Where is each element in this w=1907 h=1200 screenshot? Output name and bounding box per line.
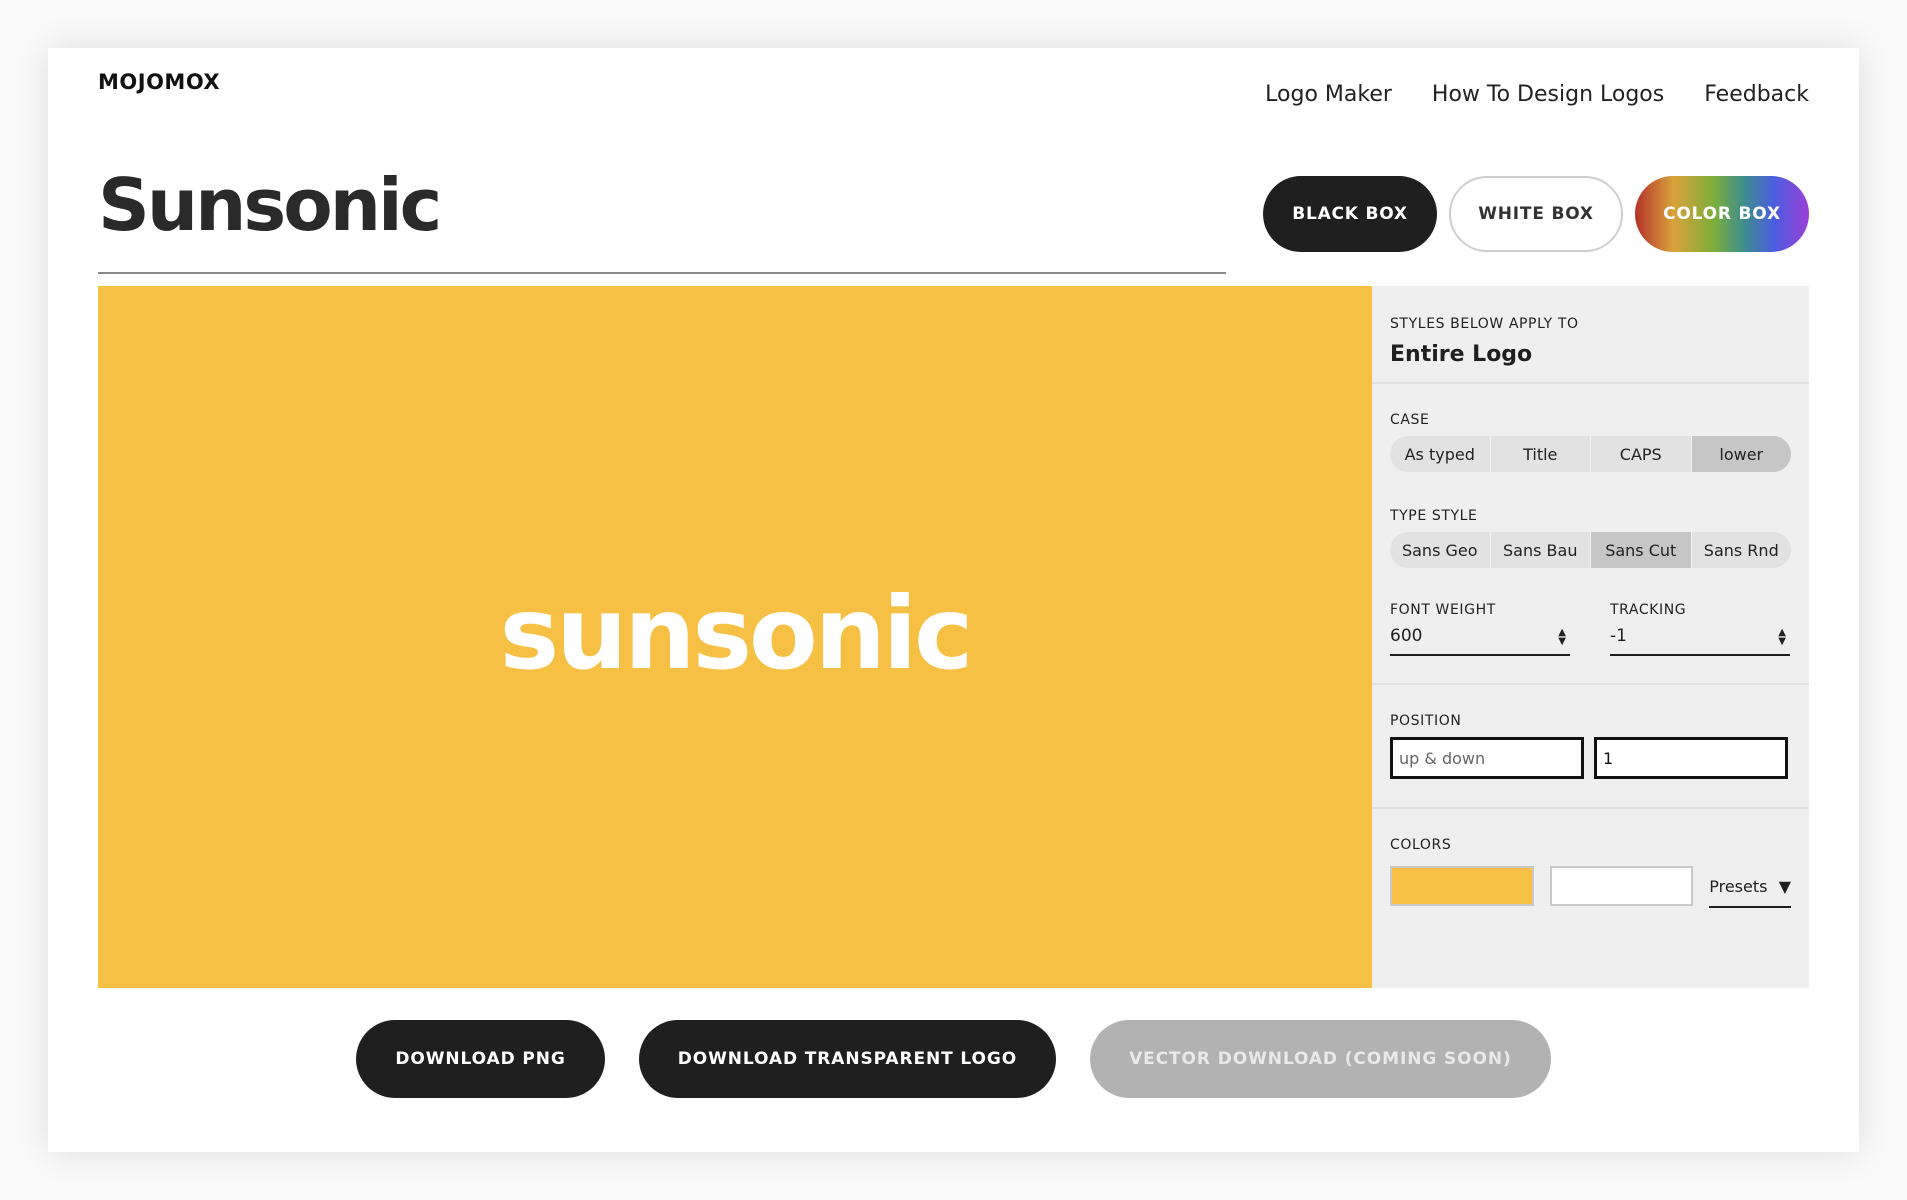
case-option-caps[interactable]: CAPS (1591, 436, 1692, 472)
stepper-arrows-icon: ▲ ▼ (1778, 627, 1786, 647)
presets-dropdown[interactable]: Presets ▼ (1709, 877, 1791, 908)
vector-download-button: VECTOR DOWNLOAD (COMING SOON) (1090, 1020, 1551, 1098)
case-option-as-typed[interactable]: As typed (1390, 436, 1491, 472)
position-inputs: up & down 1 (1390, 737, 1791, 779)
colors-label: COLORS (1390, 837, 1452, 853)
black-box-button[interactable]: BLACK BOX (1263, 176, 1437, 252)
tracking-select[interactable]: -1 ▲ ▼ (1610, 626, 1790, 656)
position-direction-input[interactable]: up & down (1390, 737, 1584, 779)
position-value-input[interactable]: 1 (1594, 737, 1788, 779)
type-style-sans-geo[interactable]: Sans Geo (1390, 532, 1491, 568)
top-nav: Logo Maker How To Design Logos Feedback (1265, 82, 1809, 107)
logo-preview-text: sunsonic (499, 574, 974, 692)
type-style-selector: Sans Geo Sans Bau Sans Cut Sans Rnd (1390, 532, 1791, 568)
type-style-label: TYPE STYLE (1390, 508, 1478, 524)
app-card: MOJOMOX Logo Maker How To Design Logos F… (48, 48, 1859, 1152)
position-label: POSITION (1390, 713, 1462, 729)
font-weight-value: 600 (1390, 626, 1423, 646)
tracking-label: TRACKING (1610, 602, 1687, 618)
case-option-lower[interactable]: lower (1691, 436, 1791, 472)
stepper-arrows-icon: ▲ ▼ (1558, 627, 1566, 647)
triangle-down-icon: ▼ (1778, 877, 1791, 896)
font-weight-label: FONT WEIGHT (1390, 602, 1496, 618)
nav-feedback[interactable]: Feedback (1704, 82, 1809, 107)
tracking-group: TRACKING -1 ▲ ▼ (1610, 602, 1790, 656)
font-weight-group: FONT WEIGHT 600 ▲ ▼ (1390, 602, 1570, 656)
nav-logo-maker[interactable]: Logo Maker (1265, 82, 1392, 107)
white-box-button[interactable]: WHITE BOX (1449, 176, 1623, 252)
case-option-title[interactable]: Title (1491, 436, 1591, 472)
box-style-buttons: BLACK BOX WHITE BOX COLOR BOX (1263, 176, 1809, 252)
apply-target[interactable]: Entire Logo (1390, 342, 1791, 367)
tracking-value: -1 (1610, 626, 1627, 646)
typography-section: CASE As typed Title CAPS lower TYPE STYL… (1372, 384, 1809, 685)
apply-label: STYLES BELOW APPLY TO (1390, 316, 1579, 332)
background-color-swatch[interactable] (1390, 865, 1534, 906)
weight-tracking-row: FONT WEIGHT 600 ▲ ▼ TRACKING -1 ▲ ▼ (1390, 602, 1791, 656)
case-label: CASE (1390, 412, 1430, 428)
style-panel: STYLES BELOW APPLY TO Entire Logo CASE A… (1372, 286, 1809, 988)
type-style-sans-cut[interactable]: Sans Cut (1591, 532, 1692, 568)
apply-section: STYLES BELOW APPLY TO Entire Logo (1372, 286, 1809, 384)
position-section: POSITION up & down 1 (1372, 685, 1809, 809)
presets-label: Presets (1709, 877, 1768, 896)
font-weight-select[interactable]: 600 ▲ ▼ (1390, 626, 1570, 656)
logo-preview-canvas: sunsonic (98, 286, 1372, 988)
case-selector: As typed Title CAPS lower (1390, 436, 1791, 472)
text-color-swatch[interactable] (1549, 865, 1694, 906)
colors-section: COLORS Presets ▼ (1372, 809, 1809, 988)
logo-name-input[interactable]: Sunsonic (98, 163, 1226, 274)
color-box-button[interactable]: COLOR BOX (1635, 176, 1809, 252)
download-buttons: DOWNLOAD PNG DOWNLOAD TRANSPARENT LOGO V… (48, 1020, 1859, 1098)
type-style-sans-rnd[interactable]: Sans Rnd (1692, 532, 1792, 568)
colors-row: Presets ▼ (1390, 863, 1791, 908)
download-transparent-button[interactable]: DOWNLOAD TRANSPARENT LOGO (638, 1020, 1057, 1098)
type-style-sans-bau[interactable]: Sans Bau (1491, 532, 1591, 568)
nav-how-to-design-logos[interactable]: How To Design Logos (1432, 82, 1664, 107)
brand-logo[interactable]: MOJOMOX (98, 70, 220, 94)
download-png-button[interactable]: DOWNLOAD PNG (356, 1020, 605, 1098)
